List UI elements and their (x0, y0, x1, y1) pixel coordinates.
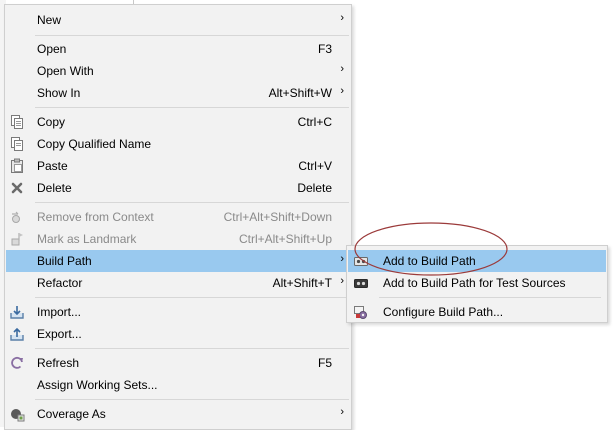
submenu-arrow-icon: › (340, 406, 344, 418)
menu-separator (379, 297, 601, 298)
menu-item-build-path[interactable]: Build Path › (6, 250, 350, 272)
menu-item-new[interactable]: New › (6, 9, 350, 31)
menu-item-label: Build Path (37, 254, 92, 268)
submenu-arrow-icon: › (340, 12, 344, 24)
menu-item-delete[interactable]: Delete Delete (6, 177, 350, 199)
menu-item-coverage-as[interactable]: Coverage As › (6, 403, 350, 425)
menu-separator (35, 202, 349, 203)
menu-separator (35, 297, 349, 298)
menu-item-export[interactable]: Export... (6, 323, 350, 345)
submenu-arrow-icon: › (340, 275, 344, 287)
menu-item-label: Open With (37, 64, 94, 78)
menu-item-label: Open (37, 42, 67, 56)
build-path-submenu: Add to Build Path Add to Build Path for … (346, 245, 608, 323)
import-icon (9, 304, 25, 320)
submenu-item-label: Add to Build Path for Test Sources (383, 276, 566, 290)
coverage-icon (9, 406, 25, 422)
menu-item-shortcut: Ctrl+C (297, 115, 332, 129)
menu-separator (35, 107, 349, 108)
submenu-item-configure-build-path[interactable]: Configure Build Path... (348, 301, 606, 323)
menu-separator (35, 399, 349, 400)
menu-item-label: Coverage As (37, 407, 106, 421)
menu-item-label: Import... (37, 305, 82, 319)
paste-icon (9, 158, 25, 174)
menu-item-shortcut: Delete (297, 181, 332, 195)
submenu-arrow-icon: › (340, 253, 344, 265)
menu-item-remove-from-context: Remove from Context Ctrl+Alt+Shift+Down (6, 206, 350, 228)
menu-item-label: Mark as Landmark (37, 232, 137, 246)
menu-item-shortcut: Alt+Shift+T (272, 276, 332, 290)
copy-qualified-name-icon (9, 136, 25, 152)
menu-item-label: Delete (37, 181, 72, 195)
delete-icon (9, 180, 25, 196)
menu-item-import[interactable]: Import... (6, 301, 350, 323)
context-menu: New › Open F3 Open With › Show In Alt+Sh… (4, 4, 352, 430)
submenu-item-add-to-build-path-for-test-sources[interactable]: Add to Build Path for Test Sources (348, 272, 606, 294)
menu-item-label: Refresh (37, 356, 80, 370)
menu-item-shortcut: Ctrl+Alt+Shift+Up (238, 232, 332, 246)
menu-separator (35, 35, 349, 36)
submenu-item-add-to-build-path[interactable]: Add to Build Path (348, 250, 606, 272)
menu-item-copy[interactable]: Copy Ctrl+C (6, 111, 350, 133)
menu-item-mark-as-landmark: Mark as Landmark Ctrl+Alt+Shift+Up (6, 228, 350, 250)
submenu-arrow-icon: › (340, 63, 344, 75)
menu-item-label: Copy Qualified Name (37, 137, 152, 151)
menu-item-label: Copy (37, 115, 66, 129)
menu-item-label: Refactor (37, 276, 83, 290)
submenu-item-label: Configure Build Path... (383, 305, 504, 319)
menu-item-copy-qualified-name[interactable]: Copy Qualified Name (6, 133, 350, 155)
menu-item-shortcut: F3 (317, 42, 332, 56)
menu-item-label: Remove from Context (37, 210, 154, 224)
menu-item-refresh[interactable]: Refresh F5 (6, 352, 350, 374)
menu-item-show-in[interactable]: Show In Alt+Shift+W › (6, 82, 350, 104)
menu-item-label: Export... (37, 327, 82, 341)
menu-separator (35, 348, 349, 349)
refresh-icon (9, 355, 25, 371)
menu-item-label: Show In (37, 86, 81, 100)
add-to-build-path-icon (353, 253, 369, 269)
remove-context-icon (9, 209, 25, 225)
menu-item-label: Assign Working Sets... (37, 378, 158, 392)
menu-item-paste[interactable]: Paste Ctrl+V (6, 155, 350, 177)
menu-item-refactor[interactable]: Refactor Alt+Shift+T › (6, 272, 350, 294)
landmark-icon (9, 231, 25, 247)
menu-item-shortcut: Ctrl+V (298, 159, 332, 173)
menu-item-open-with[interactable]: Open With › (6, 60, 350, 82)
export-icon (9, 326, 25, 342)
submenu-arrow-icon: › (340, 85, 344, 97)
menu-item-open[interactable]: Open F3 (6, 38, 350, 60)
menu-item-shortcut: F5 (317, 356, 332, 370)
menu-item-label: Paste (37, 159, 68, 173)
configure-build-path-icon (353, 304, 369, 320)
menu-item-shortcut: Ctrl+Alt+Shift+Down (223, 210, 332, 224)
add-test-build-path-icon (353, 275, 369, 291)
menu-item-shortcut: Alt+Shift+W (268, 86, 332, 100)
submenu-item-label: Add to Build Path (383, 254, 476, 268)
menu-item-assign-working-sets[interactable]: Assign Working Sets... (6, 374, 350, 396)
menu-item-label: New (37, 13, 62, 27)
copy-icon (9, 114, 25, 130)
